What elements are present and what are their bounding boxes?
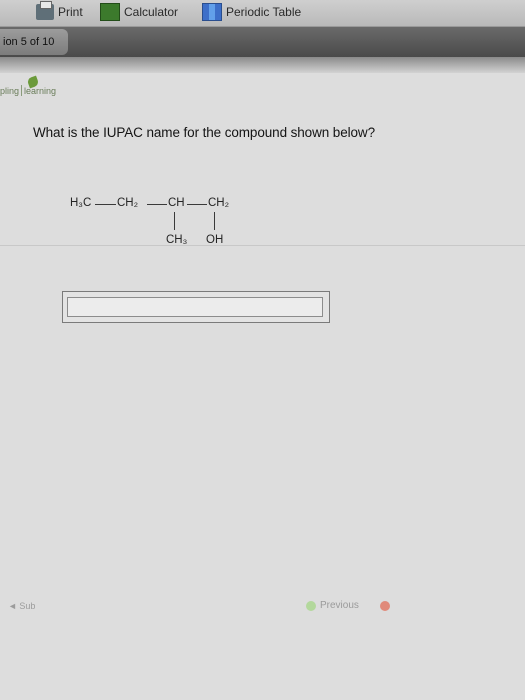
previous-icon bbox=[306, 600, 316, 611]
top-toolbar: Print Calculator Periodic Table bbox=[0, 0, 525, 27]
periodic-table-button[interactable]: Periodic Table bbox=[202, 3, 301, 21]
question-prompt: What is the IUPAC name for the compound … bbox=[33, 125, 375, 140]
footer-left-text[interactable]: ◄ Sub bbox=[8, 601, 35, 611]
brand-part1: pling bbox=[0, 86, 20, 96]
chemical-structure: H₃C CH₂ CH CH₂ CH₃ OH bbox=[70, 197, 270, 257]
calculator-button[interactable]: Calculator bbox=[100, 3, 178, 21]
calculator-icon bbox=[100, 3, 120, 21]
brand-separator bbox=[21, 85, 23, 96]
answer-input[interactable] bbox=[67, 297, 323, 317]
periodic-table-label: Periodic Table bbox=[226, 5, 302, 19]
next-icon[interactable] bbox=[380, 601, 390, 611]
previous-label: Previous bbox=[320, 600, 359, 611]
footer-nav: ◄ Sub Previous bbox=[0, 593, 525, 621]
periodic-table-icon bbox=[202, 3, 222, 21]
bond-4-hydroxyl bbox=[214, 212, 215, 230]
printer-icon bbox=[36, 1, 54, 20]
content-divider bbox=[0, 245, 525, 246]
chain-atom-1: H₃C bbox=[70, 197, 92, 209]
chain-atom-3: CH bbox=[168, 197, 185, 209]
question-panel: pling learning What is the IUPAC name fo… bbox=[0, 73, 525, 700]
previous-button[interactable]: Previous bbox=[306, 600, 359, 611]
bond-2-3 bbox=[147, 204, 167, 205]
bond-1-2 bbox=[95, 204, 116, 205]
print-button[interactable]: Print bbox=[36, 1, 83, 21]
header-shadow bbox=[0, 57, 525, 73]
question-nav-bar: ion 5 of 10 bbox=[0, 27, 525, 57]
bond-3-methyl bbox=[174, 212, 175, 230]
brand-logo: pling learning bbox=[0, 75, 56, 96]
chain-atom-4: CH₂ bbox=[208, 197, 230, 209]
calculator-label: Calculator bbox=[124, 5, 179, 19]
question-counter: ion 5 of 10 bbox=[0, 29, 68, 55]
print-label: Print bbox=[58, 5, 83, 19]
chain-atom-2: CH₂ bbox=[117, 197, 139, 209]
answer-container bbox=[62, 291, 330, 323]
bond-3-4 bbox=[187, 204, 207, 205]
